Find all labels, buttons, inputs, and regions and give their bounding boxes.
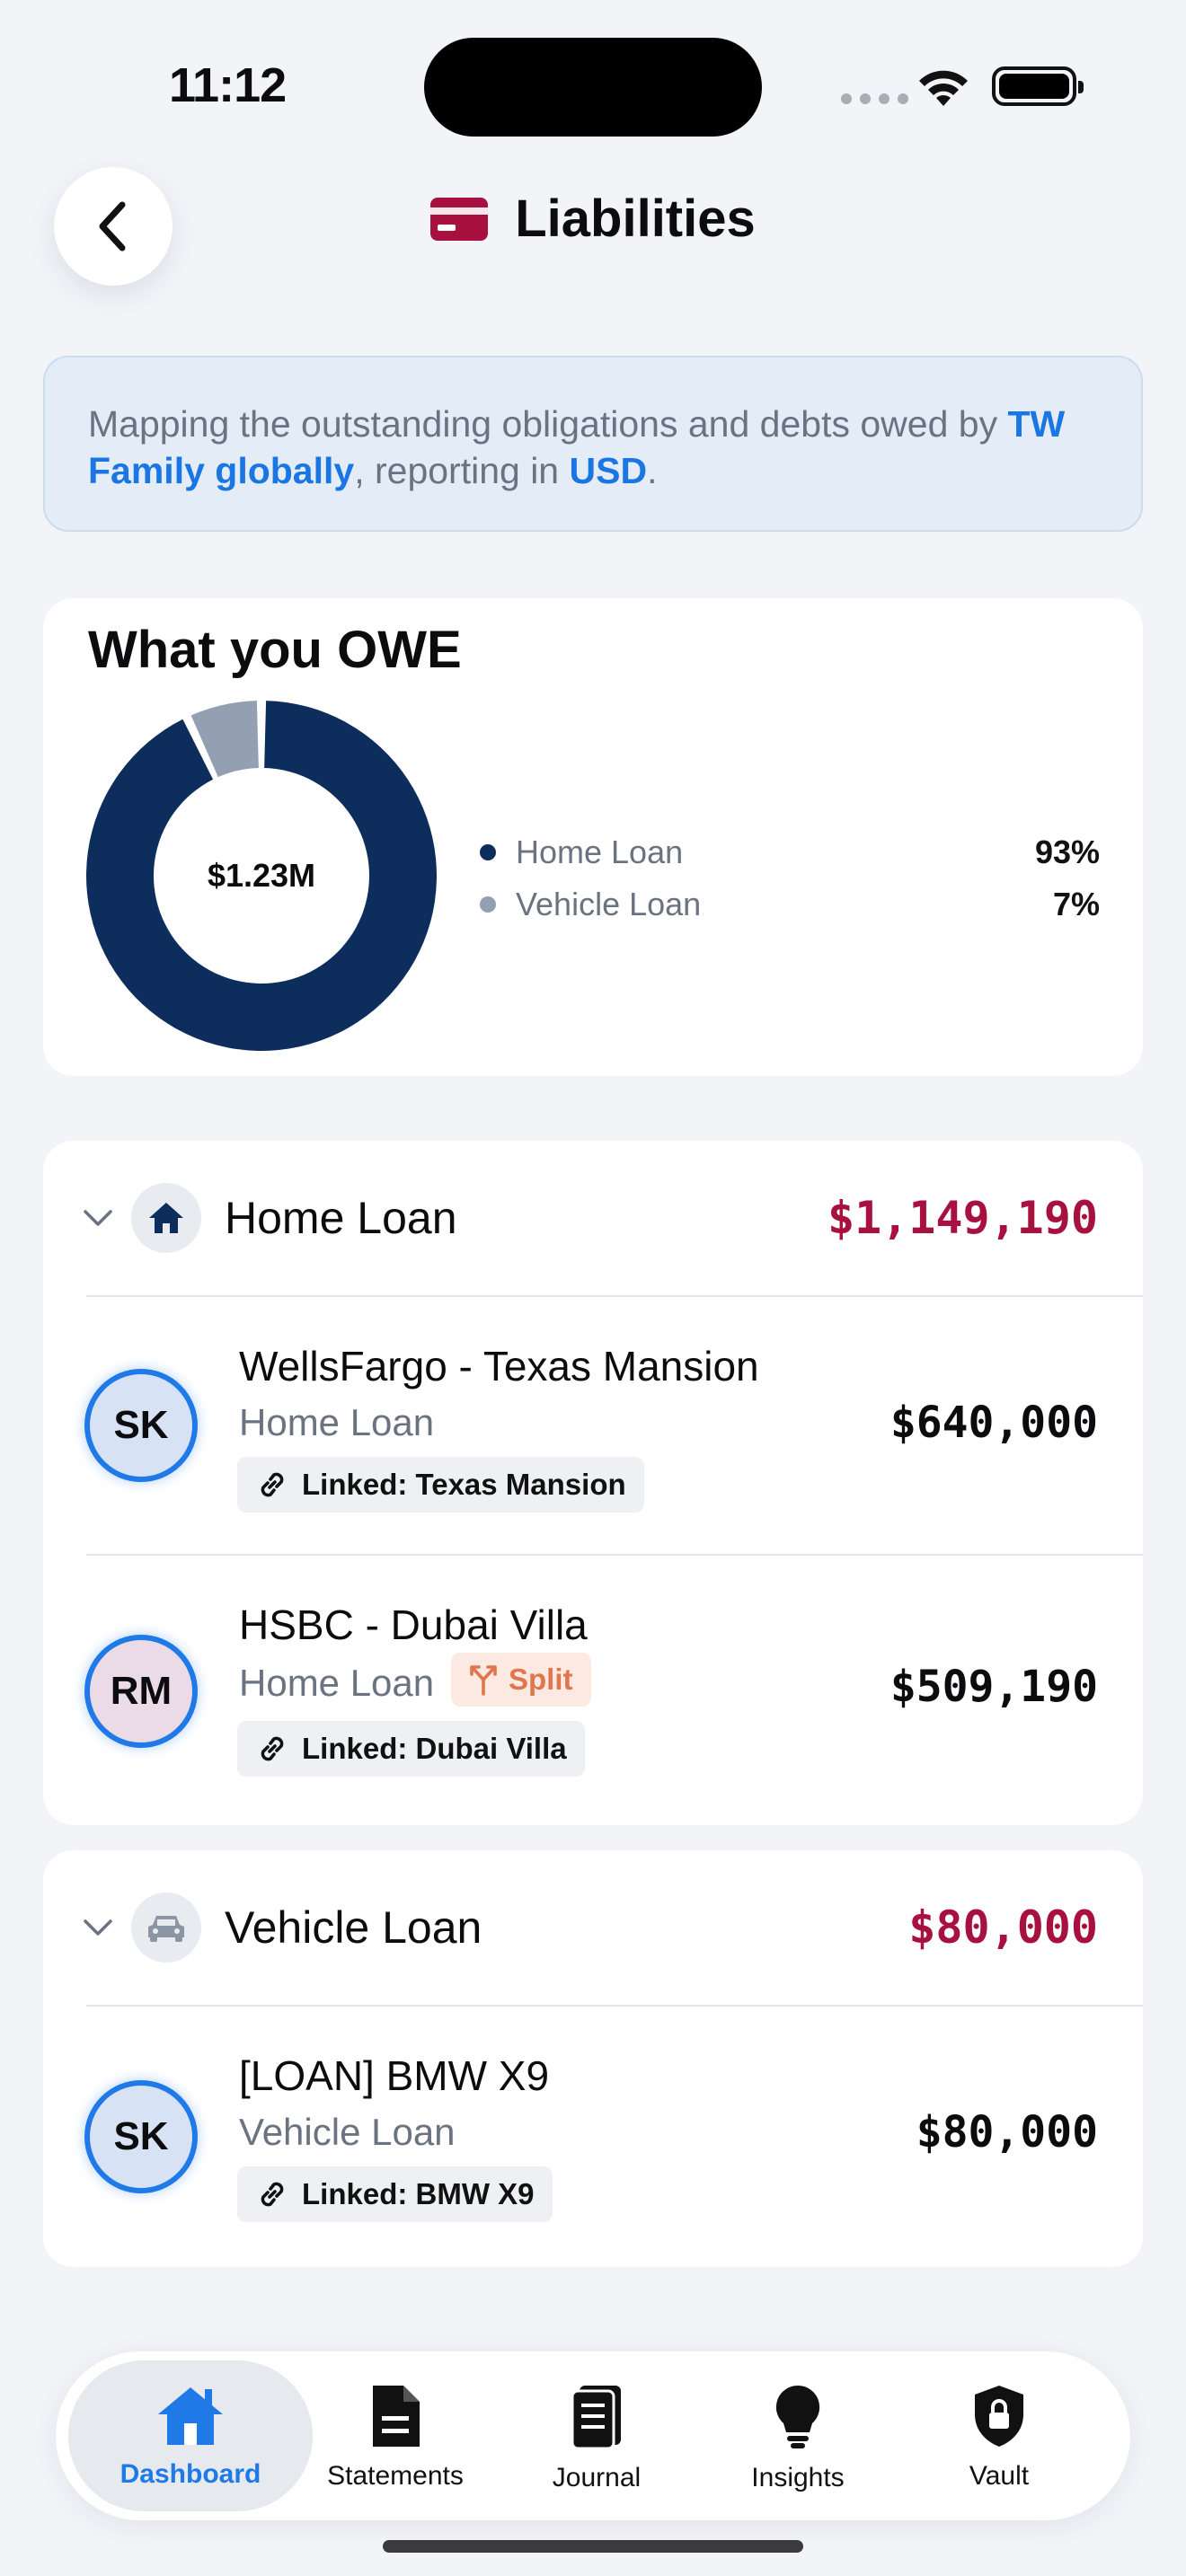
journal-icon xyxy=(571,2386,621,2450)
legend-percent: 93% xyxy=(1034,834,1100,870)
link-icon xyxy=(261,1472,284,1497)
status-time: 11:12 xyxy=(169,58,287,112)
cellular-signal-icon xyxy=(841,93,908,104)
dynamic-island xyxy=(424,38,762,137)
split-badge: Split xyxy=(451,1653,591,1707)
banner-text: . xyxy=(647,450,658,491)
wifi-icon xyxy=(916,66,970,112)
account-name: [LOAN] BMW X9 xyxy=(239,2052,550,2099)
tab-dashboard[interactable]: Dashboard xyxy=(68,2360,313,2511)
liability-row[interactable]: SK WellsFargo - Texas Mansion Home Loan … xyxy=(43,1297,1143,1554)
link-icon xyxy=(261,2182,284,2207)
lightbulb-icon xyxy=(775,2385,820,2448)
credit-card-icon xyxy=(430,197,489,241)
currency-link[interactable]: USD xyxy=(570,450,648,491)
liability-row[interactable]: SK [LOAN] BMW X9 Vehicle Loan Linked: BM… xyxy=(43,2007,1143,2267)
house-icon xyxy=(158,2387,223,2445)
tab-vault[interactable]: Vault xyxy=(900,2360,1098,2511)
legend-item-vehicle-loan: Vehicle Loan 7% xyxy=(480,886,1100,923)
legend-dot xyxy=(480,844,496,860)
split-icon xyxy=(470,1665,497,1696)
link-icon xyxy=(261,1736,284,1761)
tab-label: Insights xyxy=(751,2463,845,2492)
tab-label: Statements xyxy=(327,2461,464,2491)
tab-label: Dashboard xyxy=(119,2459,261,2489)
bottom-tab-bar: Dashboard Statements Journal Insights Va… xyxy=(56,2351,1130,2520)
avatar: SK xyxy=(84,2080,198,2193)
chevron-down-icon[interactable] xyxy=(83,1919,113,1936)
group-total: $80,000 xyxy=(908,1901,1098,1954)
legend-percent: 7% xyxy=(1052,886,1100,922)
linked-asset-pill[interactable]: Linked: Texas Mansion xyxy=(237,1457,644,1513)
shield-lock-icon xyxy=(975,2386,1023,2447)
group-name: Vehicle Loan xyxy=(225,1902,482,1953)
linked-asset-pill[interactable]: Linked: Dubai Villa xyxy=(237,1721,585,1777)
linked-asset-pill[interactable]: Linked: BMW X9 xyxy=(237,2166,553,2222)
linked-asset-label: Linked: Texas Mansion xyxy=(302,1468,626,1501)
donut-center-total: $1.23M xyxy=(207,857,316,894)
document-icon xyxy=(373,2386,420,2447)
chevron-down-icon[interactable] xyxy=(83,1209,113,1227)
linked-asset-label: Linked: Dubai Villa xyxy=(302,1732,567,1765)
page-header: Liabilities xyxy=(0,189,1186,249)
page-title: Liabilities xyxy=(515,190,756,248)
group-header-home-loan[interactable]: Home Loan $1,149,190 xyxy=(43,1141,1143,1295)
home-indicator xyxy=(383,2540,803,2553)
legend-dot xyxy=(480,896,496,913)
tab-statements[interactable]: Statements xyxy=(296,2360,494,2511)
account-type: Home Loan xyxy=(239,1401,435,1443)
group-card-home-loan: Home Loan $1,149,190 SK WellsFargo - Tex… xyxy=(43,1141,1143,1825)
banner-text: Mapping the outstanding obligations and … xyxy=(88,403,1008,445)
legend-item-home-loan: Home Loan 93% xyxy=(480,834,1100,871)
account-name: WellsFargo - Texas Mansion xyxy=(239,1343,759,1389)
group-total: $1,149,190 xyxy=(827,1192,1098,1244)
avatar: RM xyxy=(84,1635,198,1748)
split-label: Split xyxy=(509,1663,573,1696)
info-banner: Mapping the outstanding obligations and … xyxy=(43,356,1143,532)
group-name: Home Loan xyxy=(225,1193,457,1243)
account-type: Vehicle Loan xyxy=(239,2111,456,2153)
banner-text: , reporting in xyxy=(354,450,570,491)
legend-label: Vehicle Loan xyxy=(516,886,702,922)
car-icon xyxy=(131,1892,201,1963)
battery-icon xyxy=(992,66,1084,106)
account-amount: $509,190 xyxy=(890,1662,1098,1712)
avatar: SK xyxy=(84,1369,198,1482)
linked-asset-label: Linked: BMW X9 xyxy=(302,2177,535,2210)
tab-label: Vault xyxy=(969,2461,1030,2491)
liability-row[interactable]: RM HSBC - Dubai Villa Home Loan Split Li… xyxy=(43,1556,1143,1825)
group-header-vehicle-loan[interactable]: Vehicle Loan $80,000 xyxy=(43,1850,1143,2005)
tab-journal[interactable]: Journal xyxy=(498,2360,695,2511)
group-card-vehicle-loan: Vehicle Loan $80,000 SK [LOAN] BMW X9 Ve… xyxy=(43,1850,1143,2267)
account-amount: $640,000 xyxy=(890,1398,1098,1448)
account-amount: $80,000 xyxy=(916,2107,1098,2157)
owe-title: What you OWE xyxy=(88,621,462,679)
tab-label: Journal xyxy=(552,2463,642,2492)
tab-insights[interactable]: Insights xyxy=(699,2360,897,2511)
account-type: Home Loan xyxy=(239,1662,435,1704)
account-name: HSBC - Dubai Villa xyxy=(239,1601,588,1648)
legend-label: Home Loan xyxy=(516,834,684,870)
house-icon xyxy=(131,1183,201,1253)
